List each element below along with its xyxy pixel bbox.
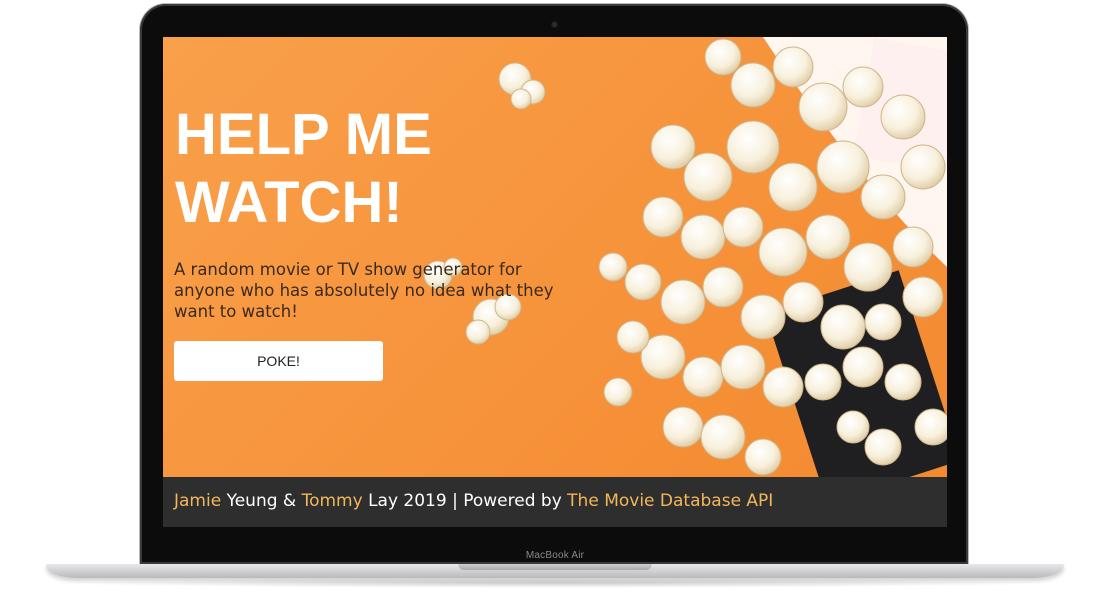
footer: Jamie Yeung & Tommy Lay 2019 | Powered b…	[163, 477, 947, 527]
poke-button[interactable]: POKE!	[174, 341, 383, 381]
laptop-shadow	[60, 578, 1050, 588]
page-title: HELP ME WATCH!	[175, 101, 475, 237]
laptop-hinge-notch	[458, 564, 652, 570]
title-line-1: HELP ME	[175, 102, 432, 167]
tmdb-api-link[interactable]: The Movie Database API	[567, 491, 773, 511]
tagline-text: A random movie or TV show generator for …	[174, 260, 554, 321]
author-jamie-rest: Yeung &	[221, 491, 302, 511]
camera-icon	[552, 22, 557, 27]
device-label: MacBook Air	[525, 550, 585, 561]
author-jamie-first-name: Jamie	[174, 491, 222, 511]
title-line-2: WATCH!	[175, 170, 403, 235]
browser-viewport: HELP ME WATCH! A random movie or TV show…	[163, 37, 947, 527]
author-tommy-rest: Lay 2019 | Powered by	[362, 491, 568, 511]
hero-section: HELP ME WATCH! A random movie or TV show…	[163, 37, 947, 477]
author-tommy-first-name: Tommy	[301, 491, 363, 511]
footer-credits: Jamie Yeung & Tommy Lay 2019 | Powered b…	[174, 491, 773, 511]
